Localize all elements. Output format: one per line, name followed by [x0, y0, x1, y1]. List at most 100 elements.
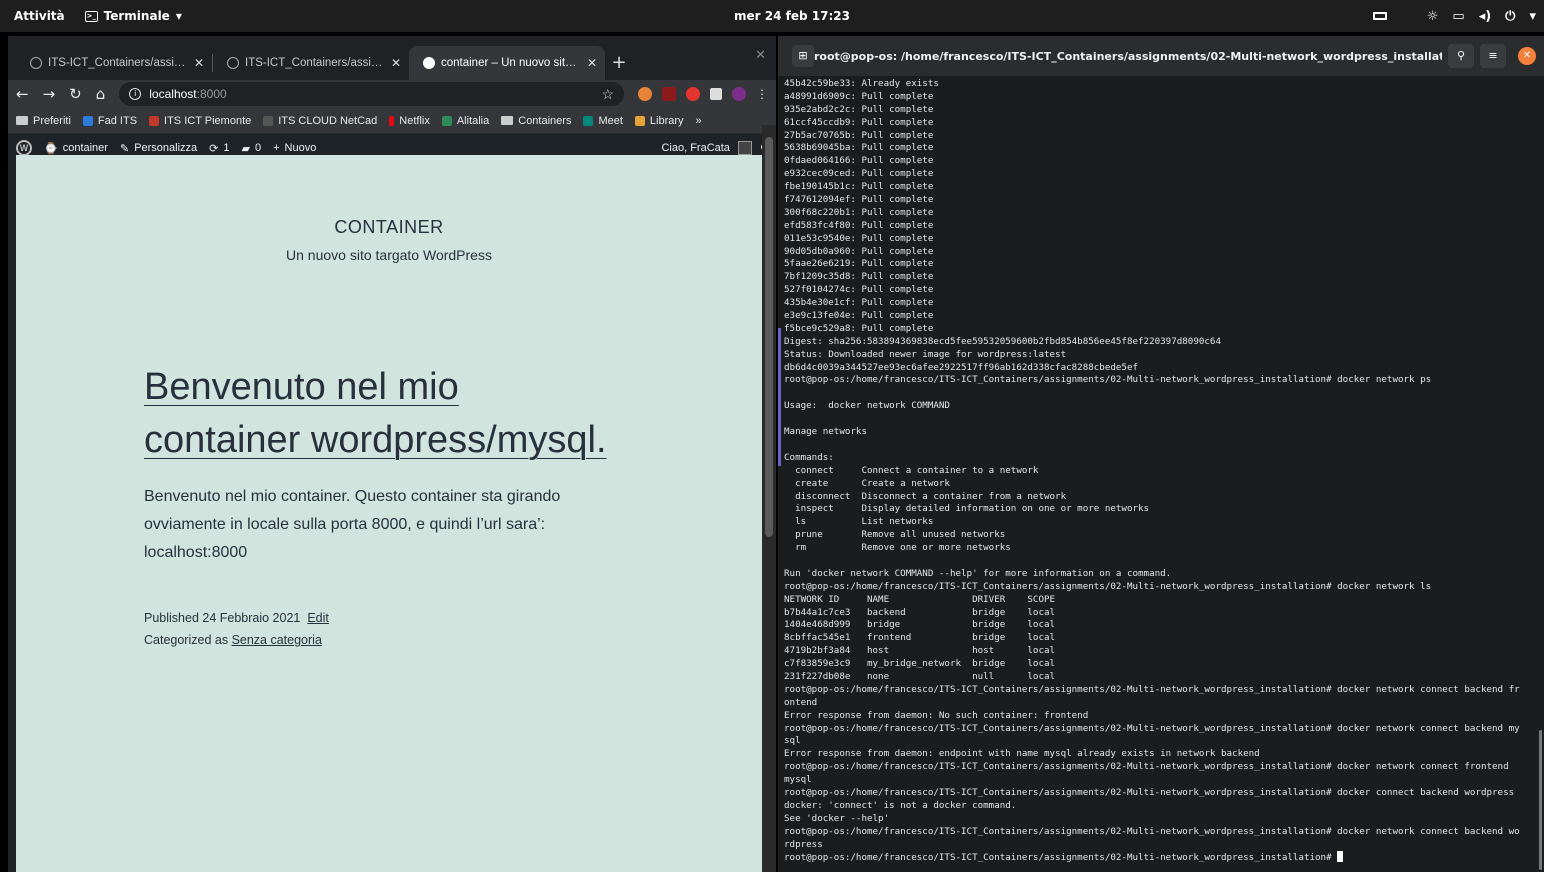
terminal-line: efd583fc4f80: Pull complete — [784, 219, 934, 231]
close-icon[interactable]: ✕ — [587, 56, 597, 70]
battery-icon[interactable]: ▭ — [1452, 9, 1464, 24]
tab-title: ITS-ICT_Containers/assignme — [48, 57, 188, 69]
terminal-line: c7f83859e3c9 my_bridge_network bridge lo… — [784, 658, 1056, 670]
chevron-down-icon[interactable]: ▾ — [1529, 9, 1536, 24]
forward-arrow-icon[interactable]: → — [43, 85, 56, 103]
power-icon[interactable]: ⏻ — [1505, 9, 1515, 24]
wordpress-logo-icon[interactable]: W — [16, 140, 32, 156]
search-button[interactable]: ⚲ — [1448, 44, 1474, 68]
terminal-line: root@pop-os:/home/francesco/ITS-ICT_Cont… — [784, 374, 1432, 386]
reload-icon[interactable]: ↻ — [69, 85, 82, 103]
category-link[interactable]: Senza categoria — [232, 633, 322, 647]
cookie-extension-icon[interactable] — [638, 87, 652, 101]
profile-avatar[interactable] — [732, 87, 746, 101]
terminal-scrollbar[interactable] — [1539, 730, 1542, 870]
published-date: Published 24 Febbraio 2021 — [144, 611, 301, 625]
home-icon[interactable]: ⌂ — [96, 85, 106, 103]
bookmark-item[interactable]: ITS CLOUD NetCad — [263, 115, 377, 127]
terminal-line: root@pop-os:/home/francesco/ITS-ICT_Cont… — [784, 580, 1432, 592]
bookmark-label: ITS CLOUD NetCad — [278, 114, 378, 127]
post-title-line[interactable]: container wordpress/mysql. — [144, 419, 607, 461]
bookmark-label: Netflix — [399, 114, 430, 127]
updates-icon: ⟳ — [209, 142, 219, 155]
terminal-headerbar: ⊞ root@pop-os: /home/francesco/ITS-ICT_C… — [778, 36, 1544, 76]
terminal-line: b7b44a1c7ce3 backend bridge local — [784, 606, 1056, 618]
bookmark-item[interactable]: Library — [634, 115, 684, 127]
post-meta: Published 24 Febbraio 2021 Edit Categori… — [144, 607, 329, 651]
wp-updates-link[interactable]: ⟳ 1 — [209, 142, 229, 155]
new-tab-button[interactable]: + — [605, 46, 633, 80]
red-extension-icon[interactable] — [662, 87, 676, 101]
bookmarks-overflow[interactable]: » — [696, 115, 702, 127]
top-panel: Attività >_ Terminale ▾ mer 24 feb 17:23… — [0, 0, 1544, 32]
site-title[interactable]: CONTAINER — [16, 217, 762, 238]
wp-account[interactable]: Ciao, FraCata ⚲ — [661, 141, 768, 155]
wp-page: CONTAINER Un nuovo sito targato WordPres… — [16, 155, 762, 872]
terminal-line: e932cec09ced: Pull complete — [784, 168, 934, 180]
browser-tab-3[interactable]: container – Un nuovo sito tar ✕ — [409, 46, 605, 80]
app-menu[interactable]: >_ Terminale ▾ — [77, 9, 190, 23]
app-menu-label: Terminale — [103, 9, 170, 23]
terminal-line: prune Remove all unused networks — [784, 529, 1006, 541]
bookmark-item[interactable]: Containers — [501, 115, 571, 127]
back-arrow-icon[interactable]: ← — [16, 85, 29, 103]
bookmark-item[interactable]: Meet — [583, 115, 623, 127]
address-bar[interactable]: i localhost:8000 ☆ — [119, 82, 624, 106]
brightness-icon[interactable]: ☼ — [1427, 9, 1439, 24]
bookmark-item[interactable]: Fad ITS — [82, 115, 137, 127]
window-close-icon[interactable]: ✕ — [755, 48, 766, 63]
plus-icon: + — [273, 142, 280, 154]
clock[interactable]: mer 24 feb 17:23 — [734, 0, 850, 32]
wordpress-favicon-icon — [423, 57, 435, 69]
terminal-prompt: root@pop-os:/home/francesco/ITS-ICT_Cont… — [784, 852, 1338, 864]
page-scrollbar[interactable] — [762, 125, 776, 872]
wp-customize-label: Personalizza — [134, 142, 198, 154]
bookmark-item[interactable]: Alitalia — [441, 115, 489, 127]
bookmark-item[interactable]: Netflix — [389, 115, 430, 127]
adblock-icon[interactable] — [686, 87, 700, 101]
terminal-line: 527f0104274c: Pull complete — [784, 284, 934, 296]
new-terminal-tab-button[interactable]: ⊞ — [792, 45, 814, 67]
bookmark-favicon-icon — [149, 115, 160, 126]
terminal-line: root@pop-os:/home/francesco/ITS-ICT_Cont… — [784, 786, 1515, 798]
folder-icon — [16, 116, 28, 125]
info-icon[interactable]: i — [129, 88, 142, 100]
bookmark-star-icon[interactable]: ☆ — [601, 86, 614, 103]
kebab-menu-icon[interactable]: ⋮ — [756, 87, 768, 101]
bookmarks-bar: Preferiti Fad ITS ITS ICT Piemonte ITS C… — [8, 108, 776, 134]
github-icon — [30, 57, 42, 69]
terminal-output[interactable]: 45b42c59be33: Already exists a48991d6909c… — [784, 78, 1536, 870]
terminal-line: 27b5ac70765b: Pull complete — [784, 129, 934, 141]
close-window-button[interactable]: ✕ — [1518, 47, 1536, 65]
terminal-line: 435b4e30e1cf: Pull complete — [784, 297, 934, 309]
scrollbar-thumb[interactable] — [765, 137, 773, 537]
browser-tab-2[interactable]: ITS-ICT_Containers/assignme ✕ — [213, 46, 409, 80]
edit-link[interactable]: Edit — [307, 611, 329, 625]
terminal-line: See 'docker --help' — [784, 812, 890, 824]
hamburger-menu-button[interactable]: ≡ — [1480, 44, 1506, 68]
keyboard-icon[interactable] — [1372, 12, 1387, 20]
close-icon[interactable]: ✕ — [194, 56, 204, 70]
close-icon[interactable]: ✕ — [391, 56, 401, 70]
terminal-line: root@pop-os:/home/francesco/ITS-ICT_Cont… — [784, 825, 1520, 837]
post-title[interactable]: Benvenuto nel mio container wordpress/my… — [144, 361, 704, 467]
activities-button[interactable]: Attività — [0, 9, 77, 23]
bookmark-item[interactable]: Preferiti — [16, 115, 71, 127]
terminal-line: Status: Downloaded newer image for wordp… — [784, 348, 1067, 360]
library-icon — [634, 115, 645, 126]
post-title-line[interactable]: Benvenuto nel mio — [144, 366, 459, 408]
wp-customize-link[interactable]: ✎ Personalizza — [120, 142, 197, 155]
volume-icon[interactable]: ◂) — [1479, 9, 1491, 24]
browser-tab-1[interactable]: ITS-ICT_Containers/assignme ✕ — [16, 46, 212, 80]
bookmark-item[interactable]: ITS ICT Piemonte — [149, 115, 251, 127]
terminal-line: mysql — [784, 774, 812, 786]
system-tray[interactable]: ☼ ▭ ◂) ⏻ ▾ — [1372, 0, 1536, 32]
terminal-prompt-line[interactable]: root@pop-os:/home/francesco/ITS-ICT_Cont… — [784, 851, 1536, 864]
wp-new-link[interactable]: + Nuovo — [273, 142, 316, 154]
puzzle-extensions-icon[interactable] — [710, 88, 722, 100]
wp-site-link[interactable]: ⌚ container — [44, 142, 108, 155]
wp-comments-link[interactable]: ▰ 0 — [242, 142, 262, 155]
avatar — [737, 141, 752, 155]
